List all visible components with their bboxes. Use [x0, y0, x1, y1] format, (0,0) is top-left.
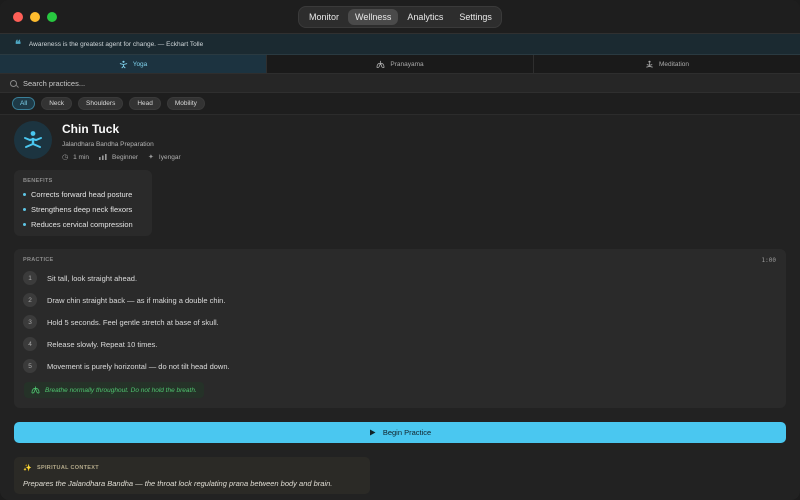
breath-note: Breathe normally throughout. Do not hold… — [24, 382, 204, 398]
benefit-item: Reduces cervical compression — [23, 220, 143, 229]
lungs-icon — [376, 60, 385, 68]
benefit-text: Strengthens deep neck flexors — [31, 205, 133, 214]
tab-meditation-label: Meditation — [659, 60, 689, 68]
quote-icon: ❝ — [15, 37, 21, 51]
step-number: 3 — [23, 315, 37, 329]
filter-chip-neck[interactable]: Neck — [41, 97, 73, 110]
spiritual-context-text: Prepares the Jalandhara Bandha — the thr… — [23, 479, 333, 488]
main-nav-segmented-control: Monitor Wellness Analytics Settings — [298, 6, 502, 28]
bullet-icon — [23, 193, 26, 196]
step-number: 4 — [23, 337, 37, 351]
step-text: Movement is purely horizontal — do not t… — [47, 361, 230, 371]
begin-practice-label: Begin Practice — [382, 428, 432, 437]
step-text: Hold 5 seconds. Feel gentle stretch at b… — [47, 317, 219, 327]
benefits-label: BENEFITS — [23, 178, 53, 184]
begin-practice-button[interactable]: Begin Practice — [14, 422, 786, 443]
pose-subtitle: Jalandhara Bandha Preparation — [62, 141, 154, 148]
filter-chips: All Neck Shoulders Head Mobility — [0, 93, 800, 115]
filter-chip-head[interactable]: Head — [129, 97, 161, 110]
meta-duration-value: 1 min — [73, 153, 90, 161]
spiritual-context-label: SPIRITUAL CONTEXT — [37, 465, 99, 471]
pose-title: Chin Tuck — [62, 122, 120, 136]
meta-duration: ◷ 1 min — [62, 153, 90, 162]
pose-meta: ◷ 1 min Beginner ✦ Iyengar — [62, 153, 181, 162]
sparkles-icon: ✨ — [23, 465, 33, 472]
benefit-text: Reduces cervical compression — [31, 220, 133, 229]
bullet-icon — [23, 223, 26, 226]
search-icon — [10, 79, 17, 87]
benefit-text: Corrects forward head posture — [31, 190, 133, 199]
meta-style-value: Iyengar — [158, 153, 181, 161]
pose-header: Chin Tuck Jalandhara Bandha Preparation … — [14, 121, 181, 161]
practice-step: 3 Hold 5 seconds. Feel gentle stretch at… — [23, 315, 219, 329]
filter-chip-shoulders[interactable]: Shoulders — [78, 97, 124, 110]
step-number: 1 — [23, 271, 37, 285]
meta-style: ✦ Iyengar — [148, 153, 181, 162]
window-controls — [13, 12, 57, 22]
tab-yoga[interactable]: Yoga — [0, 55, 267, 73]
play-icon — [369, 429, 376, 436]
practice-type-tabs: Yoga Pranayama Meditation — [0, 55, 800, 74]
spiritual-context-header: ✨ SPIRITUAL CONTEXT — [23, 464, 361, 472]
practice-step: 5 Movement is purely horizontal — do not… — [23, 359, 230, 373]
breath-note-text: Breathe normally throughout. Do not hold… — [45, 386, 197, 394]
search-bar — [0, 74, 800, 93]
step-text: Draw chin straight back — as if making a… — [47, 295, 226, 305]
quote-text: Awareness is the greatest agent for chan… — [28, 40, 204, 48]
spiritual-context-card: ✨ SPIRITUAL CONTEXT Prepares the Jalandh… — [14, 457, 370, 494]
benefit-item: Corrects forward head posture — [23, 190, 143, 199]
step-number: 2 — [23, 293, 37, 307]
practice-step: 4 Release slowly. Repeat 10 times. — [23, 337, 157, 351]
nav-analytics[interactable]: Analytics — [400, 9, 450, 25]
practice-step: 1 Sit tall, look straight ahead. — [23, 271, 137, 285]
practice-label: PRACTICE — [23, 257, 54, 263]
tab-yoga-label: Yoga — [132, 60, 148, 68]
practice-card: PRACTICE 1:00 1 Sit tall, look straight … — [14, 249, 786, 408]
search-input[interactable] — [23, 78, 323, 88]
quote-banner: ❝ Awareness is the greatest agent for ch… — [0, 34, 800, 55]
yoga-icon — [119, 60, 127, 68]
practice-duration: 1:00 — [761, 257, 776, 264]
close-window-button[interactable] — [13, 12, 23, 22]
clock-icon: ◷ — [62, 154, 69, 161]
bullet-icon — [23, 208, 26, 211]
meta-level-value: Beginner — [112, 153, 139, 161]
step-number: 5 — [23, 359, 37, 373]
nav-wellness[interactable]: Wellness — [348, 9, 399, 25]
practice-step: 2 Draw chin straight back — as if making… — [23, 293, 225, 307]
lungs-icon — [31, 386, 40, 394]
app-window: Monitor Wellness Analytics Settings ❝ Aw… — [0, 0, 800, 500]
filter-chip-mobility[interactable]: Mobility — [166, 97, 205, 110]
benefit-item: Strengthens deep neck flexors — [23, 205, 143, 214]
pose-avatar — [14, 121, 52, 159]
filter-chip-all[interactable]: All — [12, 97, 36, 110]
tab-pranayama-label: Pranayama — [390, 60, 424, 68]
nav-settings[interactable]: Settings — [452, 9, 499, 25]
meta-level: Beginner — [99, 154, 138, 161]
benefits-card: BENEFITS Corrects forward head posture S… — [14, 170, 152, 236]
zoom-window-button[interactable] — [47, 12, 57, 22]
nav-monitor[interactable]: Monitor — [302, 9, 346, 25]
tab-pranayama[interactable]: Pranayama — [267, 55, 534, 73]
step-text: Release slowly. Repeat 10 times. — [47, 339, 158, 349]
yoga-pose-icon — [24, 131, 42, 148]
level-bars-icon — [99, 154, 107, 160]
tab-meditation[interactable]: Meditation — [534, 55, 800, 73]
pose-info: Chin Tuck Jalandhara Bandha Preparation … — [62, 121, 181, 161]
title-bar: Monitor Wellness Analytics Settings — [0, 0, 800, 34]
sparkle-icon: ✦ — [148, 154, 154, 161]
step-text: Sit tall, look straight ahead. — [47, 273, 138, 283]
meditation-icon — [646, 60, 653, 68]
minimize-window-button[interactable] — [30, 12, 40, 22]
